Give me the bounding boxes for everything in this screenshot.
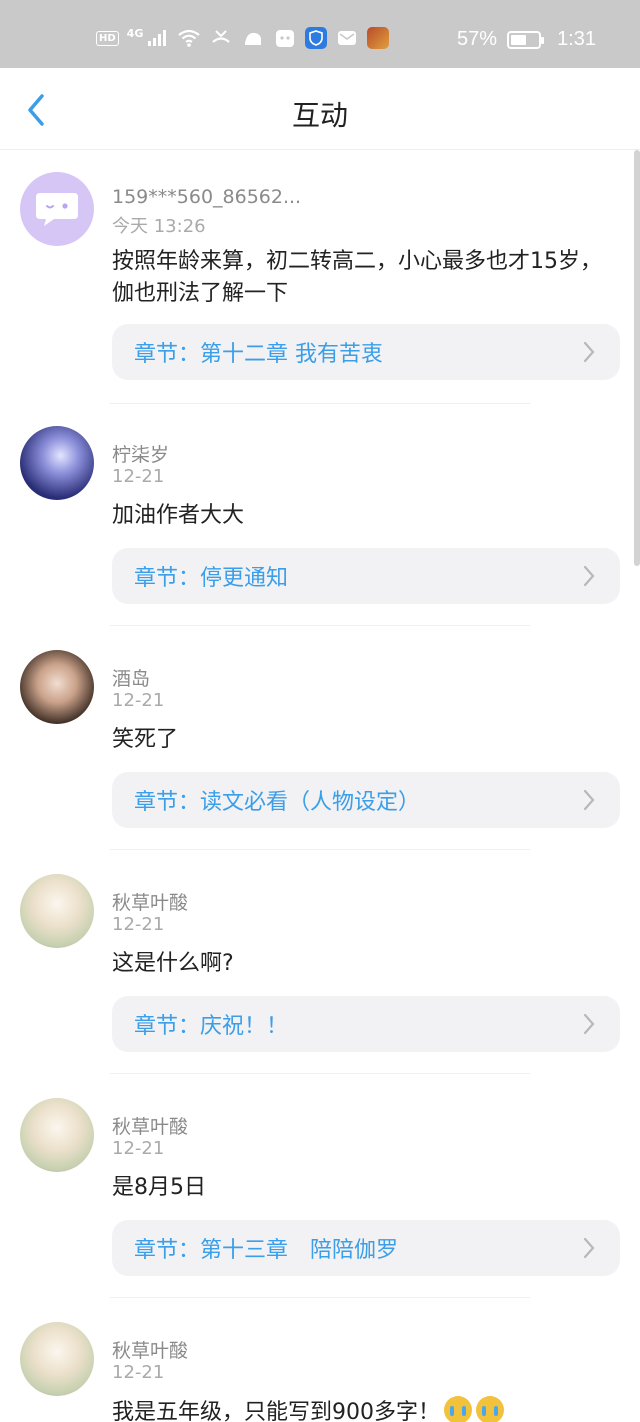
avatar[interactable] <box>20 650 94 724</box>
comment-text: 是8月5日 <box>112 1175 206 1200</box>
page-header: 互动 <box>0 68 640 150</box>
chapter-label: 章节：庆祝！！ <box>134 1014 289 1039</box>
comment-text-row: 我是五年级，只能写到900多字！ <box>112 1396 612 1422</box>
comment-item: 酒岛 12-21 笑死了 章节：读文必看（人物设定） <box>0 628 640 850</box>
status-bar: HD 4G 57% 1:31 <box>0 0 640 68</box>
timestamp: 12-21 <box>112 914 165 935</box>
shield-app-icon <box>305 27 328 49</box>
chat-bubble-icon <box>36 193 78 226</box>
chapter-label: 章节：读文必看（人物设定） <box>134 790 421 815</box>
crying-emoji-icon <box>444 1396 472 1422</box>
comment-text: 这是什么啊? <box>112 951 234 976</box>
username[interactable]: 秋草叶酸 <box>112 888 188 915</box>
chapter-link[interactable]: 章节：第十三章 陪陪伽罗 <box>112 1220 620 1276</box>
chevron-right-icon <box>583 1013 595 1035</box>
face-app-icon <box>273 26 297 50</box>
wifi-icon <box>177 26 201 50</box>
comment-item: 秋草叶酸 12-21 这是什么啊? 章节：庆祝！！ <box>0 852 640 1074</box>
timestamp: 12-21 <box>112 690 165 711</box>
scrollbar[interactable] <box>634 150 640 566</box>
chapter-label: 章节：停更通知 <box>134 566 289 591</box>
chapter-link[interactable]: 章节：庆祝！！ <box>112 996 620 1052</box>
avatar[interactable] <box>20 172 94 246</box>
message-app-icon <box>335 26 359 50</box>
comment-text: 加油作者大大 <box>112 503 245 528</box>
avatar[interactable] <box>20 426 94 500</box>
clock: 1:31 <box>557 28 596 50</box>
chapter-link[interactable]: 章节：第十二章 我有苦衷 <box>112 324 620 380</box>
timestamp: 12-21 <box>112 1138 165 1159</box>
username[interactable]: 159***560_86562... <box>112 186 301 208</box>
chevron-right-icon <box>583 1237 595 1259</box>
game-app-icon <box>367 27 390 49</box>
comment-item: 秋草叶酸 12-21 我是五年级，只能写到900多字！ <box>0 1300 640 1422</box>
chapter-link[interactable]: 章节：读文必看（人物设定） <box>112 772 620 828</box>
divider <box>110 1073 530 1074</box>
avatar[interactable] <box>20 1322 94 1396</box>
comment-text: 我是五年级，只能写到900多字！ <box>112 1400 440 1422</box>
status-left-icons: HD 4G <box>96 26 390 50</box>
chapter-label: 章节：第十三章 陪陪伽罗 <box>134 1238 399 1263</box>
divider <box>110 849 530 850</box>
comment-item: 159***560_86562... 今天 13:26 按照年龄来算，初二转高二… <box>0 150 640 404</box>
username[interactable]: 秋草叶酸 <box>112 1112 188 1139</box>
network-type: 4G <box>126 26 144 40</box>
crying-emoji-icon <box>476 1396 504 1422</box>
timestamp: 12-21 <box>112 1362 165 1383</box>
chapter-link[interactable]: 章节：停更通知 <box>112 548 620 604</box>
username[interactable]: 秋草叶酸 <box>112 1336 188 1363</box>
comment-list: 159***560_86562... 今天 13:26 按照年龄来算，初二转高二… <box>0 150 640 1422</box>
username[interactable]: 柠柒岁 <box>112 440 169 467</box>
chevron-right-icon <box>583 341 595 363</box>
divider <box>110 625 530 626</box>
username[interactable]: 酒岛 <box>112 664 150 691</box>
avatar[interactable] <box>20 1098 94 1172</box>
divider <box>110 1297 530 1298</box>
chevron-right-icon <box>583 789 595 811</box>
chapter-label: 章节：第十二章 我有苦衷 <box>134 342 383 367</box>
hd-badge: HD <box>96 30 119 46</box>
comment-item: 柠柒岁 12-21 加油作者大大 章节：停更通知 <box>0 404 640 626</box>
battery-percent: 57% <box>457 28 498 50</box>
avatar[interactable] <box>20 874 94 948</box>
status-right: 57% 1:31 <box>457 28 596 51</box>
page-title: 互动 <box>291 99 348 132</box>
chevron-right-icon <box>583 565 595 587</box>
missed-call-icon <box>209 26 233 50</box>
timestamp: 今天 13:26 <box>112 216 206 237</box>
comment-item: 秋草叶酸 12-21 是8月5日 章节：第十三章 陪陪伽罗 <box>0 1076 640 1298</box>
battery-icon <box>507 30 545 49</box>
bird-app-icon <box>241 26 265 50</box>
comment-text: 按照年龄来算，初二转高二，小心最多也才15岁，伽也刑法了解一下 <box>112 249 602 306</box>
signal-icon <box>145 26 169 50</box>
comment-text: 笑死了 <box>112 727 179 752</box>
timestamp: 12-21 <box>112 466 165 487</box>
